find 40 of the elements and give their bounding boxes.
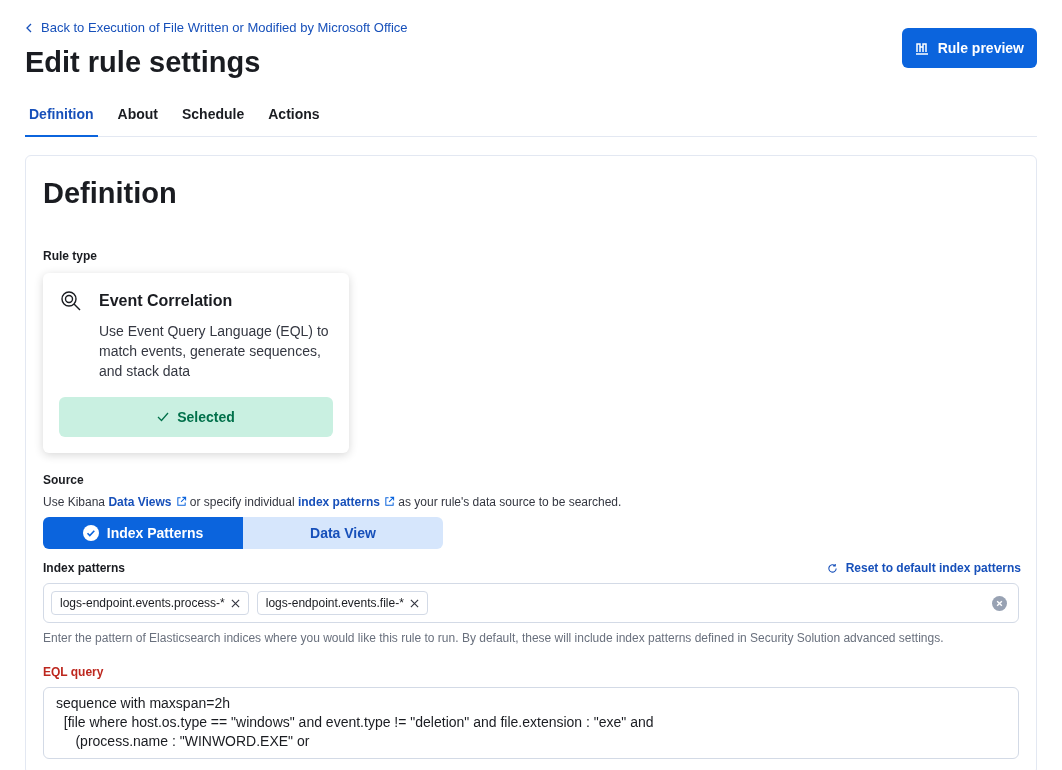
card-description: Use Event Query Language (EQL) to match events, generate sequences, and stack data	[99, 322, 330, 382]
help-text: Enter the pattern of Elasticsearch indices where you would like this rule to run. By default, these will include index patterns defined in Security Solution advanced settings.	[43, 630, 945, 648]
external-link-icon	[175, 496, 187, 508]
doc-link[interactable]: Data Views	[108, 495, 187, 510]
page-title: Edit rule settings	[25, 44, 262, 80]
eql-query-editor[interactable]: sequence with maxspan=2h [file where host.os.type == "windows" and event.type != "deletion" and file.extension : "exe" and (process.name : "WINWORD.EXE" or	[43, 687, 1019, 760]
bar-chart-icon	[914, 41, 930, 55]
card-title: Event Correlation	[99, 291, 234, 312]
rule-preview-button[interactable]: Rule preview	[901, 28, 1037, 68]
source-toggle-button[interactable]: Index Patterns	[43, 517, 243, 550]
field-label: Index patterns	[43, 560, 126, 578]
tab[interactable]: Actions	[264, 103, 324, 137]
selected-button[interactable]: Selected	[59, 397, 333, 438]
check-icon	[157, 412, 170, 423]
close-icon[interactable]	[409, 598, 419, 608]
clear-icon[interactable]	[992, 595, 1007, 611]
tab[interactable]: Schedule	[178, 103, 249, 137]
field-label: Source	[43, 472, 85, 490]
query-line: [file where host.os.type == "windows" and event.type != "deletion" and file.extension : "exe" and	[62, 713, 654, 733]
index-pattern-chip[interactable]: logs-endpoint.events.process-*	[51, 591, 249, 616]
section-heading: Definition	[43, 175, 178, 211]
index-patterns-field[interactable]: logs-endpoint.events.process-* logs-endpoint.events.file-*	[43, 583, 1019, 624]
chevron-left-icon	[25, 22, 33, 33]
tab[interactable]: Definition	[25, 103, 98, 137]
tab[interactable]: About	[113, 103, 162, 137]
reset-link[interactable]: Reset to default index patterns	[826, 559, 1021, 578]
refresh-icon	[826, 562, 838, 574]
field-label: EQL query	[43, 664, 105, 682]
check-circle-icon	[82, 525, 99, 542]
field-label: Rule type	[43, 248, 98, 266]
query-line: (process.name : "WINWORD.EXE" or	[74, 732, 310, 752]
external-link-icon	[383, 496, 395, 508]
query-line: sequence with maxspan=2h	[56, 694, 230, 714]
close-icon[interactable]	[230, 598, 240, 608]
doc-link[interactable]: index patterns	[297, 495, 395, 510]
rule-type-card[interactable]: Event Correlation Use Event Query Language (EQL) to match events, generate sequences, and stack data Selected	[43, 273, 349, 454]
back-link[interactable]: Back to Execution of File Written or Modified by Microsoft Office	[25, 18, 408, 38]
source-toggle-button[interactable]: Data View	[243, 517, 443, 550]
index-pattern-chip[interactable]: logs-endpoint.events.file-*	[256, 591, 428, 616]
source-description: Use Kibana Data Views or specify individual index patterns as your rule's data source to be searched.	[43, 494, 623, 512]
